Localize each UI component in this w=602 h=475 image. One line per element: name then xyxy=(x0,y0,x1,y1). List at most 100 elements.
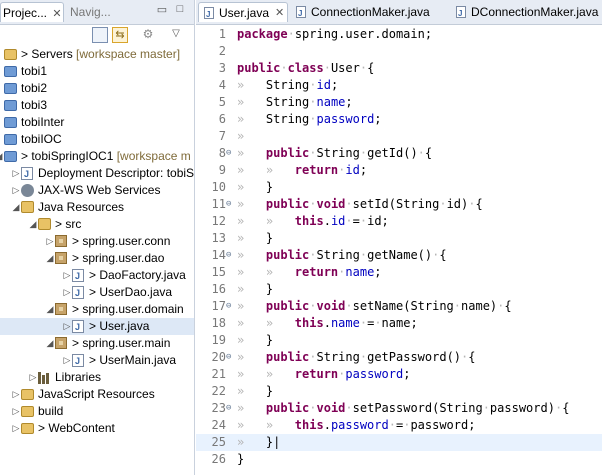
java-file-icon xyxy=(296,4,306,24)
tree-item[interactable]: tobi2 xyxy=(0,80,194,97)
tree-item-text: Java Resources xyxy=(38,200,125,214)
tab-connectionmaker-java[interactable]: ConnectionMaker.java xyxy=(294,2,444,24)
collapsed-arrow-icon[interactable]: ▷ xyxy=(11,386,21,403)
fold-toggle-icon[interactable]: ⊖ xyxy=(226,349,236,366)
expanded-arrow-icon[interactable]: ◢ xyxy=(45,250,55,267)
tree-item-text: spring.user.conn xyxy=(82,234,171,248)
code-line[interactable]: 8 ⊖» public·String·getId()·{ xyxy=(196,145,602,162)
code-line[interactable]: 18 » » this.name·=·name; xyxy=(196,315,602,332)
code-line[interactable]: 21 » » return·password; xyxy=(196,366,602,383)
tree-item[interactable]: tobiIOC xyxy=(0,131,194,148)
fold-toggle-icon[interactable]: ⊖ xyxy=(226,400,236,417)
tree-item[interactable]: ▷ build xyxy=(0,403,194,420)
code-line[interactable]: 19 » } xyxy=(196,332,602,349)
code-line[interactable]: 16 » } xyxy=(196,281,602,298)
collapse-all-icon[interactable] xyxy=(92,27,108,43)
code-line[interactable]: 25 » }| xyxy=(196,434,602,451)
tree-item[interactable]: tobi3 xyxy=(0,97,194,114)
code-line[interactable]: 4 » String·id; xyxy=(196,77,602,94)
code-line[interactable]: 13 » } xyxy=(196,230,602,247)
tree-item[interactable]: ▷ > UserMain.java xyxy=(0,352,194,370)
code-line[interactable]: 14 ⊖» public·String·getName()·{ xyxy=(196,247,602,264)
code-line[interactable]: 7» xyxy=(196,128,602,145)
code-line[interactable]: 23 ⊖» public·void·setPassword(String·pass… xyxy=(196,400,602,417)
tree-item[interactable]: tobi1 xyxy=(0,63,194,80)
code-line[interactable]: 3 public·class·User·{ xyxy=(196,60,602,77)
expanded-arrow-icon[interactable]: ◢ xyxy=(45,301,55,318)
expanded-arrow-icon[interactable]: ◢ xyxy=(11,199,21,216)
line-number: 6 xyxy=(218,112,226,126)
link-with-editor-icon[interactable]: ⇆ xyxy=(112,27,128,43)
tree-item[interactable]: ◢ > spring.user.main xyxy=(0,335,194,352)
code-line[interactable]: 24 » » this.password·=·password; xyxy=(196,417,602,434)
fold-toggle-icon[interactable]: ⊖ xyxy=(226,298,236,315)
code-line[interactable]: 12 » » this.id·=·id; xyxy=(196,213,602,230)
view-menu-icon[interactable]: ▽ xyxy=(168,27,184,43)
fold-toggle-icon[interactable]: ⊖ xyxy=(226,145,236,162)
maximize-icon[interactable]: □ xyxy=(172,3,188,17)
collapsed-arrow-icon[interactable]: ▷ xyxy=(62,352,72,369)
code-line[interactable]: 9 » » return·id; xyxy=(196,162,602,179)
tab-user-java[interactable]: User.java ✕ xyxy=(198,2,288,25)
fold-toggle-icon[interactable]: ⊖ xyxy=(226,247,236,264)
code-line[interactable]: 11 ⊖» public·void·setId(String·id)·{ xyxy=(196,196,602,213)
tab-navigator[interactable]: Navig... xyxy=(66,2,148,22)
collapsed-arrow-icon[interactable]: ▷ xyxy=(11,403,21,420)
tree-item[interactable]: tobiInter xyxy=(0,114,194,131)
code-text: » }| xyxy=(237,435,281,449)
java-file-icon xyxy=(72,319,84,336)
code-line[interactable]: 2 xyxy=(196,43,602,60)
code-line[interactable]: 15 » » return·name; xyxy=(196,264,602,281)
collapsed-arrow-icon[interactable]: ▷ xyxy=(11,165,21,182)
code-line[interactable]: 1 package·spring.user.domain; xyxy=(196,26,602,43)
code-line[interactable]: 26} xyxy=(196,451,602,468)
tree-item[interactable]: ◢ > spring.user.domain xyxy=(0,301,194,318)
tree-item[interactable]: ▷ > UserDao.java xyxy=(0,284,194,302)
tree-item[interactable]: ▷ JAX-WS Web Services xyxy=(0,182,194,199)
line-number: 17 xyxy=(211,299,226,313)
line-number: 25 xyxy=(211,435,226,449)
tab-project-explorer[interactable]: Projec... ✕ xyxy=(0,2,64,22)
collapsed-arrow-icon[interactable]: ▷ xyxy=(45,233,55,250)
tree-item[interactable]: ▷ Libraries xyxy=(0,369,194,386)
tree-item-label: tobi2 xyxy=(21,80,47,97)
tree-item[interactable]: ▷ > DaoFactory.java xyxy=(0,267,194,285)
tree-item[interactable]: > Servers [workspace master] xyxy=(0,46,194,63)
tree-item[interactable]: ◢> tobiSpringIOC1 [workspace m xyxy=(0,148,194,165)
tree-item[interactable]: ◢ > src xyxy=(0,216,194,233)
collapsed-arrow-icon[interactable]: ▷ xyxy=(28,369,38,386)
code-line[interactable]: 5 » String·name; xyxy=(196,94,602,111)
view-filter-icon[interactable]: ⚙ xyxy=(140,27,156,43)
code-line[interactable]: 10 » } xyxy=(196,179,602,196)
tree-item[interactable]: ▷ Deployment Descriptor: tobiS xyxy=(0,165,194,183)
code-line[interactable]: 17 ⊖» public·void·setName(String·name)·{ xyxy=(196,298,602,315)
java-file-icon xyxy=(204,5,214,25)
code-line[interactable]: 6 » String·password; xyxy=(196,111,602,128)
tab-dconnectionmaker-java[interactable]: DConnectionMaker.java xyxy=(454,2,600,24)
collapsed-arrow-icon[interactable]: ▷ xyxy=(62,267,72,284)
explorer-tab-bar: Projec... ✕ Navig... ▭ □ xyxy=(0,0,194,25)
tree-item[interactable]: ▷ > User.java xyxy=(0,318,194,336)
collapsed-arrow-icon[interactable]: ▷ xyxy=(62,318,72,335)
code-text: » public·String·getName()·{ xyxy=(237,248,447,262)
tree-item[interactable]: ▷ > spring.user.conn xyxy=(0,233,194,250)
minimize-icon[interactable]: ▭ xyxy=(154,3,170,17)
close-icon[interactable]: ✕ xyxy=(275,3,284,23)
collapsed-arrow-icon[interactable]: ▷ xyxy=(11,420,21,437)
tree-item[interactable]: ◢ Java Resources xyxy=(0,199,194,216)
tree-item[interactable]: ▷ > WebContent xyxy=(0,420,194,437)
dirty-prefix: > xyxy=(89,285,100,299)
code-line[interactable]: 22 » } xyxy=(196,383,602,400)
expanded-arrow-icon[interactable]: ◢ xyxy=(28,216,38,233)
close-icon[interactable]: ✕ xyxy=(52,8,61,20)
tree-item[interactable]: ▷ JavaScript Resources xyxy=(0,386,194,403)
tab-user-java-label: User.java xyxy=(219,6,270,20)
tree-item[interactable]: ◢ > spring.user.dao xyxy=(0,250,194,267)
expanded-arrow-icon[interactable]: ◢ xyxy=(45,335,55,352)
collapsed-arrow-icon[interactable]: ▷ xyxy=(62,284,72,301)
gear-icon xyxy=(21,184,34,197)
tree-item-label: Java Resources xyxy=(38,199,124,216)
fold-toggle-icon[interactable]: ⊖ xyxy=(226,196,236,213)
code-line[interactable]: 20 ⊖» public·String·getPassword()·{ xyxy=(196,349,602,366)
collapsed-arrow-icon[interactable]: ▷ xyxy=(11,182,21,199)
